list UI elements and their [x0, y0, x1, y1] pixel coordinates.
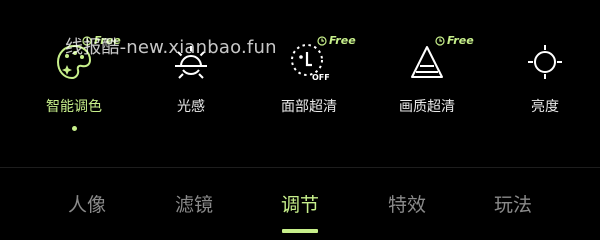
- active-indicator-dot: [71, 126, 77, 131]
- brightness-icon: [528, 45, 562, 79]
- tool-label: 画质超清: [399, 99, 455, 115]
- clock-icon: [317, 35, 327, 46]
- tool-label: 智能调色: [46, 99, 102, 115]
- bottom-tab-bar: 人像 滤镜 调节 特效 玩法: [0, 168, 600, 233]
- tab-portrait[interactable]: 人像: [47, 190, 127, 217]
- free-badge-label: Free: [447, 34, 474, 47]
- tab-filter[interactable]: 滤镜: [154, 190, 234, 217]
- tab-play[interactable]: 玩法: [473, 190, 553, 217]
- tool-label: 面部超清: [281, 99, 337, 115]
- tool-label: 光感: [177, 99, 205, 115]
- free-badge-label: Free: [329, 34, 356, 47]
- clock-icon: [435, 35, 445, 46]
- tool-label: 亮度: [531, 99, 559, 115]
- free-badge: Free: [435, 34, 474, 47]
- tool-image-quality[interactable]: Free 画质超清: [372, 34, 482, 116]
- tool-brightness[interactable]: 亮度: [490, 40, 600, 116]
- svg-text:OFF: OFF: [312, 73, 330, 82]
- watermark-text: 线报酷-new.xianbao.fun: [65, 37, 277, 58]
- free-badge: Free: [317, 34, 356, 47]
- tab-effects[interactable]: 特效: [367, 190, 447, 217]
- adjust-tools-row: Free 智能调色 光感 Free OFF 面部超清 Free 画质超清 亮度: [0, 0, 600, 160]
- tab-adjust[interactable]: 调节: [260, 190, 340, 217]
- active-tab-underline: [282, 229, 318, 233]
